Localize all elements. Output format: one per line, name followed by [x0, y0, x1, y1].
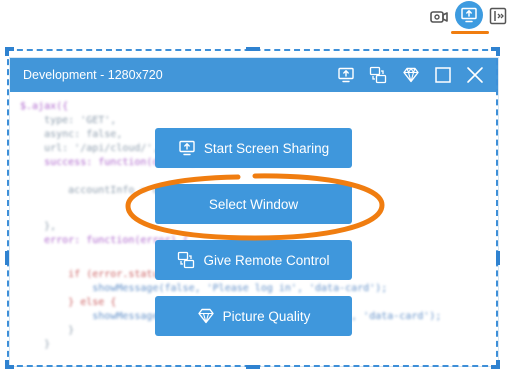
camera-icon[interactable]: [428, 6, 450, 28]
give-remote-control-label: Give Remote Control: [203, 252, 330, 268]
resize-handle[interactable]: [496, 360, 500, 369]
start-screen-sharing-button[interactable]: Start Screen Sharing: [155, 128, 352, 168]
resize-handle[interactable]: [5, 47, 9, 56]
resize-handle[interactable]: [496, 47, 500, 56]
remote-control-icon: [178, 251, 195, 269]
picture-quality-label: Picture Quality: [222, 308, 311, 324]
resize-handle[interactable]: [5, 360, 9, 369]
highlight-ellipse: [125, 173, 385, 241]
screen-share-icon[interactable]: [455, 1, 483, 29]
diamond-icon: [197, 308, 214, 324]
picture-quality-button[interactable]: Picture Quality: [155, 296, 352, 336]
resize-handle[interactable]: [246, 365, 260, 369]
active-indicator: [451, 31, 489, 34]
resize-handle[interactable]: [496, 251, 500, 265]
screen-share-icon: [179, 140, 195, 156]
give-remote-control-button[interactable]: Give Remote Control: [155, 240, 352, 280]
resize-handle[interactable]: [246, 47, 260, 51]
sidebar-toggle-icon[interactable]: [488, 6, 507, 26]
start-screen-sharing-label: Start Screen Sharing: [203, 140, 330, 156]
resize-handle[interactable]: [5, 251, 9, 265]
